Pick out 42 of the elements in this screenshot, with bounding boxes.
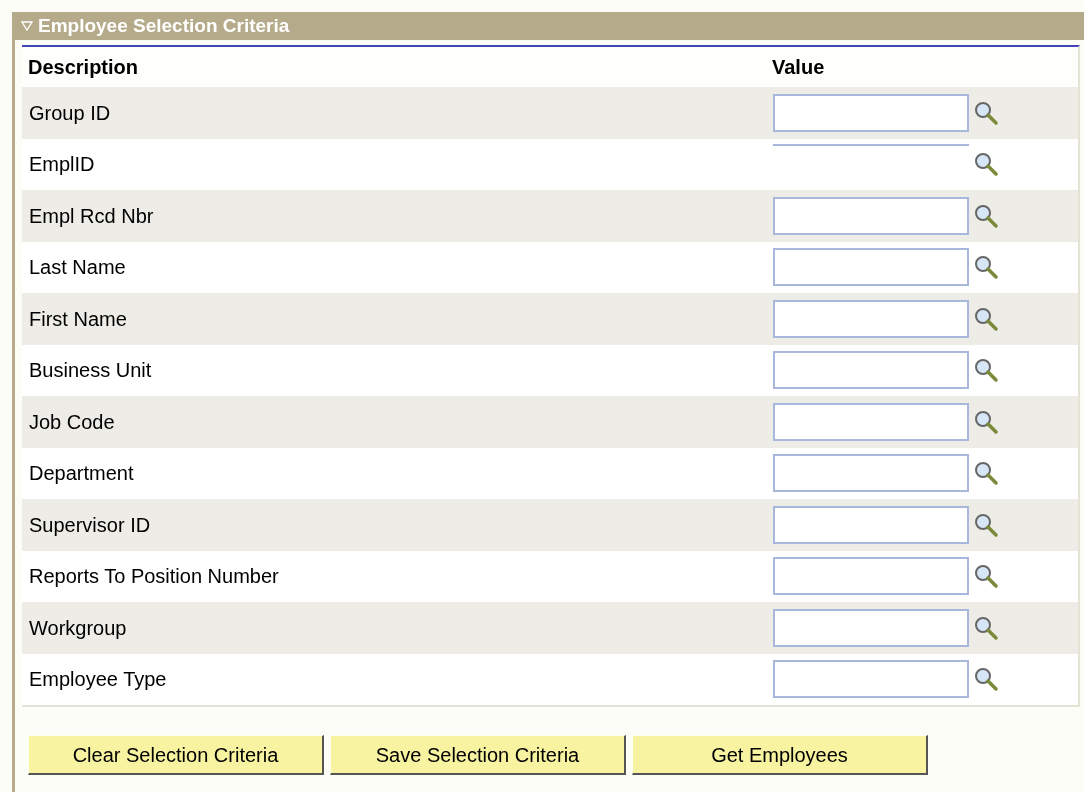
search-icon[interactable] — [973, 305, 999, 332]
search-icon[interactable] — [973, 151, 999, 178]
row-label: Job Code — [28, 409, 116, 435]
input-field[interactable] — [773, 660, 969, 699]
row-label: Employee Type — [28, 667, 168, 693]
column-header: Description — [27, 55, 140, 80]
input-field[interactable] — [773, 505, 969, 544]
input-field[interactable] — [773, 93, 969, 132]
input-field[interactable] — [773, 196, 969, 235]
search-icon[interactable] — [973, 511, 999, 538]
section-title: Employee Selection Criteria — [38, 13, 290, 38]
row-label: Reports To Position Number — [28, 564, 280, 590]
action-button[interactable]: Clear Selection Criteria — [28, 735, 324, 775]
row-label: Department — [28, 461, 135, 487]
search-icon[interactable] — [973, 408, 999, 435]
row-label: Business Unit — [28, 358, 153, 384]
input-field[interactable] — [773, 351, 969, 390]
input-field[interactable] — [773, 402, 969, 441]
search-icon[interactable] — [973, 614, 999, 641]
search-icon[interactable] — [973, 202, 999, 229]
action-button[interactable]: Get Employees — [632, 735, 928, 775]
row-label: EmplID — [28, 152, 96, 178]
row-label: Workgroup — [28, 615, 128, 641]
triangle-icon — [21, 21, 33, 31]
row-label: Last Name — [28, 255, 127, 281]
search-icon[interactable] — [973, 254, 999, 281]
search-icon[interactable] — [973, 99, 999, 126]
row-label: Empl Rcd Nbr — [28, 203, 155, 229]
input-field[interactable] — [773, 299, 969, 338]
search-icon[interactable] — [973, 460, 999, 487]
search-icon[interactable] — [973, 563, 999, 590]
column-header: Value — [772, 55, 825, 80]
row-label: First Name — [28, 306, 128, 332]
input-field[interactable] — [773, 608, 969, 647]
search-icon[interactable] — [973, 357, 999, 384]
action-button[interactable]: Save Selection Criteria — [330, 735, 626, 775]
input-field[interactable] — [773, 557, 969, 596]
input-field[interactable] — [773, 454, 969, 493]
search-icon[interactable] — [973, 666, 999, 693]
input-field[interactable] — [773, 248, 969, 287]
row-label: Group ID — [28, 100, 112, 126]
row-label: Supervisor ID — [28, 512, 152, 538]
